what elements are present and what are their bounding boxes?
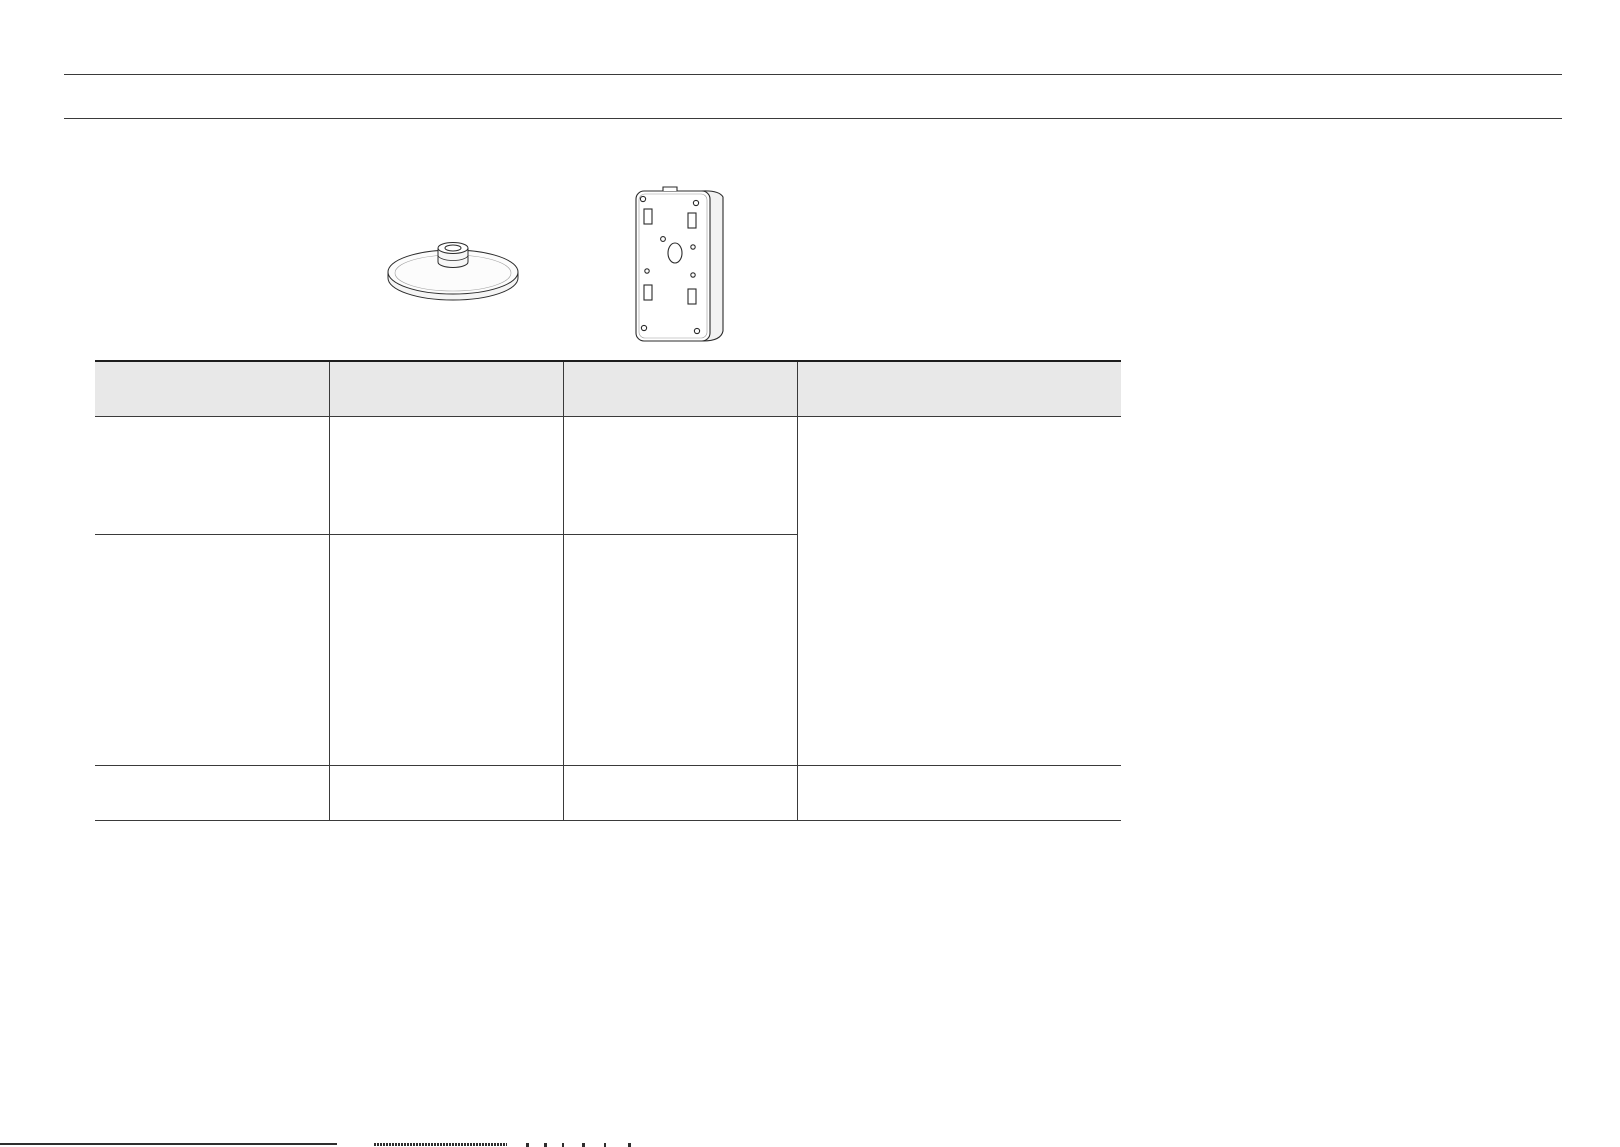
- table-header-cell: [563, 362, 797, 417]
- disc-mount-figure: [386, 234, 520, 302]
- table-cell: [95, 535, 329, 766]
- table-merged-cell: [797, 417, 1121, 766]
- table-cell: [563, 766, 797, 821]
- table-cell: [95, 417, 329, 535]
- spec-table: [95, 360, 1121, 821]
- table-cell: [563, 535, 797, 766]
- footer-rule-fragment: [0, 1143, 337, 1145]
- table-cell: [329, 417, 563, 535]
- table-cell: [329, 766, 563, 821]
- table-cell: [329, 535, 563, 766]
- table-cell: [797, 766, 1121, 821]
- header-rule-bottom: [64, 118, 1562, 119]
- table-header-cell: [329, 362, 563, 417]
- table-cell: [563, 417, 797, 535]
- header-rule-top: [64, 74, 1562, 75]
- footer-text-fragment: [374, 1143, 507, 1146]
- table-header-cell: [95, 362, 329, 417]
- disc-mount-icon: [387, 242, 519, 301]
- table-cell: [95, 766, 329, 821]
- back-box-figure: [633, 185, 727, 345]
- table-header-cell: [797, 362, 1121, 417]
- footer-glyph-fragment: [524, 1143, 634, 1147]
- back-box-icon: [635, 186, 724, 342]
